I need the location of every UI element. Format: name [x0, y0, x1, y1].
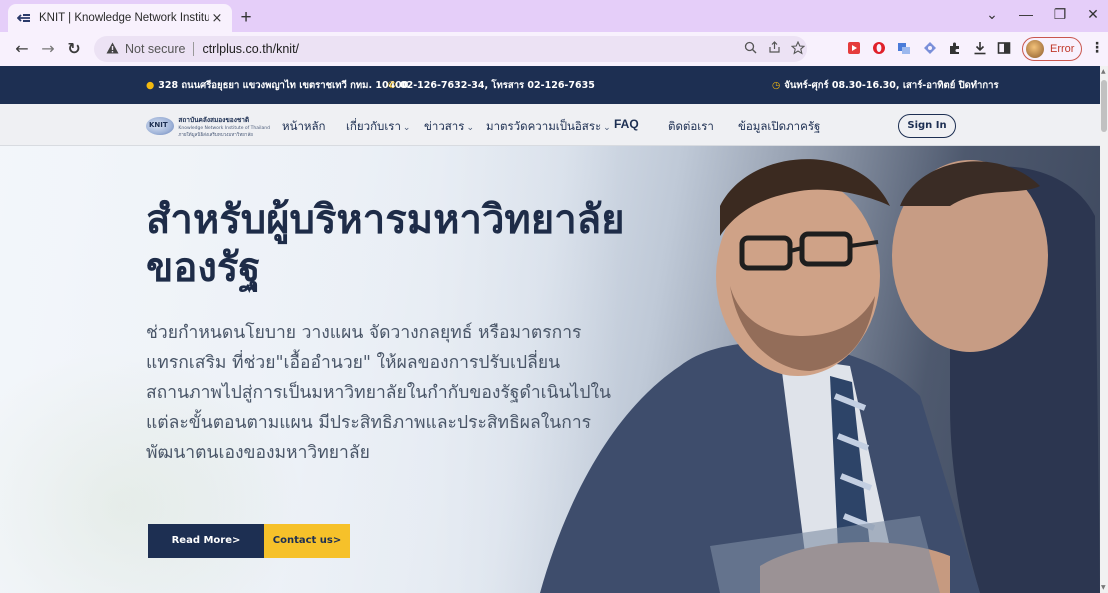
nav-open-data[interactable]: ข้อมูลเปิดภาครัฐ	[738, 118, 820, 136]
clock-icon: ◷	[772, 80, 781, 91]
page-viewport: ● 328 ถนนศรีอยุธยา แขวงพญาไท เขตราชเทวี ก…	[0, 66, 1108, 593]
profile-status: Error	[1050, 43, 1075, 55]
knit-logo-icon: KNIT	[146, 117, 175, 135]
warning-icon[interactable]	[106, 42, 119, 57]
read-more-button[interactable]: Read More>	[148, 524, 264, 558]
close-window-button[interactable]: ✕	[1083, 6, 1103, 23]
sidebar-icon[interactable]	[996, 41, 1012, 57]
new-tab-button[interactable]: +	[236, 7, 256, 29]
browser-tab[interactable]: KNIT | Knowledge Network Institute of Th…	[8, 4, 232, 32]
nav-about[interactable]: เกี่ยวกับเรา ⌄	[346, 118, 410, 136]
chevron-down-icon: ⌄	[402, 123, 411, 133]
phone-text: 02-126-7632-34, โทรสาร 02-126-7635	[399, 80, 595, 91]
address-text: 328 ถนนศรีอยุธยา แขวงพญาไท เขตราชเทวี กท…	[158, 80, 409, 91]
reload-button[interactable]: ↻	[64, 39, 84, 59]
nav-home[interactable]: หน้าหลัก	[282, 118, 326, 136]
contact-us-button[interactable]: Contact us>	[264, 524, 350, 558]
site-favicon-icon	[16, 10, 32, 26]
hours-text: จันทร์-ศุกร์ 08.30-16.30, เสาร์-อาทิตย์ …	[784, 80, 999, 91]
url-divider	[193, 42, 195, 56]
avatar	[1026, 40, 1044, 58]
menu-icon[interactable]: ⋮	[1090, 40, 1104, 56]
browser-toolbar: ← → ↻ Not secure ctrlplus.co.th/knit/ Er…	[0, 32, 1108, 66]
scrollbar-thumb[interactable]	[1101, 80, 1107, 132]
url-text[interactable]: ctrlplus.co.th/knit/	[202, 42, 299, 56]
security-status[interactable]: Not secure	[125, 42, 185, 56]
back-button[interactable]: ←	[12, 39, 32, 59]
video-extension-icon[interactable]	[846, 41, 862, 57]
phone-info: ✆ 02-126-7632-34, โทรสาร 02-126-7635	[388, 78, 595, 93]
phone-icon: ✆	[388, 80, 396, 91]
nav-faq[interactable]: FAQ	[614, 117, 639, 131]
tab-strip: KNIT | Knowledge Network Institute of Th…	[0, 0, 1108, 32]
address-info: ● 328 ถนนศรีอยุธยา แขวงพญาไท เขตราชเทวี ก…	[146, 78, 408, 93]
hero-title: สำหรับผู้บริหารมหาวิทยาลัยของรัฐ	[146, 197, 625, 291]
page-scrollbar[interactable]: ▲ ▼	[1100, 66, 1108, 593]
zoom-icon[interactable]	[742, 41, 758, 58]
opera-extension-icon[interactable]	[871, 41, 887, 57]
hours-info: ◷ จันทร์-ศุกร์ 08.30-16.30, เสาร์-อาทิตย์…	[772, 78, 999, 93]
chevron-down-icon: ⌄	[466, 123, 474, 133]
share-icon[interactable]	[766, 41, 782, 58]
puzzle-extension-icon[interactable]	[947, 41, 963, 57]
nav-standards[interactable]: มาตรวัดความเป็นอิสระ ⌄	[486, 118, 611, 136]
logo-thai-name: สถาบันคลังสมองของชาติ	[178, 115, 250, 124]
contact-topbar: ● 328 ถนนศรีอยุธยา แขวงพญาไท เขตราชเทวี ก…	[0, 66, 1100, 104]
main-navigation: KNIT สถาบันคลังสมองของชาติ Knowledge Net…	[0, 104, 1100, 146]
diamond-extension-icon[interactable]	[922, 41, 938, 57]
download-icon[interactable]	[972, 41, 988, 57]
chevron-down-icon: ⌄	[603, 123, 611, 133]
minimize-button[interactable]: —	[1016, 6, 1036, 22]
hero-banner: สำหรับผู้บริหารมหาวิทยาลัยของรัฐ ช่วยกำห…	[0, 146, 1100, 593]
tab-search-icon[interactable]: ⌄	[982, 6, 1002, 23]
translate-extension-icon[interactable]	[896, 41, 912, 57]
profile-error-button[interactable]: Error	[1022, 37, 1082, 61]
nav-contact[interactable]: ติดต่อเรา	[668, 118, 714, 136]
logo-subtitle: ภายใต้มูลนิธิส่งเสริมทบวงมหาวิทยาลัย	[178, 132, 253, 138]
location-pin-icon: ●	[146, 80, 155, 91]
tab-close-icon[interactable]: ×	[210, 11, 224, 26]
scroll-down-icon[interactable]: ▼	[1101, 584, 1106, 591]
forward-button[interactable]: →	[38, 39, 58, 59]
sign-in-button[interactable]: Sign In	[898, 114, 956, 138]
nav-news[interactable]: ข่าวสาร ⌄	[424, 118, 474, 136]
site-logo[interactable]: KNIT สถาบันคลังสมองของชาติ Knowledge Net…	[146, 114, 270, 138]
maximize-button[interactable]: ❐	[1050, 6, 1070, 23]
tab-title: KNIT | Knowledge Network Institute of Th…	[39, 12, 209, 24]
address-bar[interactable]: Not secure ctrlplus.co.th/knit/	[94, 36, 807, 62]
bookmark-star-icon[interactable]	[790, 40, 806, 59]
hero-description: ช่วยกำหนดนโยบาย วางแผน จัดวางกลยุทธ์ หรื…	[146, 323, 611, 463]
scroll-up-icon[interactable]: ▲	[1101, 68, 1106, 75]
